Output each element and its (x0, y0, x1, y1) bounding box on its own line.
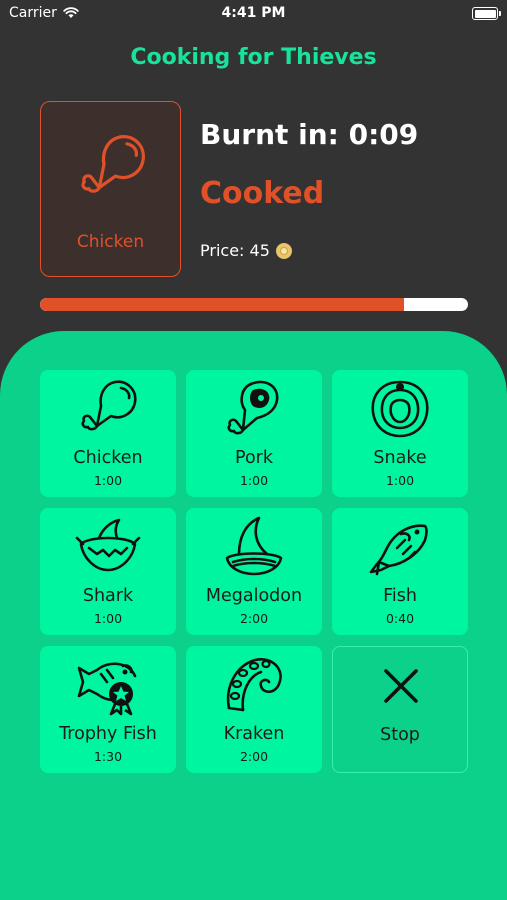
megalodon-fin-icon (225, 516, 283, 576)
food-name: Pork (235, 448, 273, 468)
kraken-tentacle-icon (226, 658, 282, 712)
food-name: Snake (373, 448, 427, 468)
pork-icon (227, 380, 279, 435)
cook-state: Cooked (200, 176, 325, 211)
food-tile-pork[interactable]: Pork 1:00 (186, 370, 322, 497)
food-tile-trophy-fish[interactable]: Trophy Fish 1:30 (40, 646, 176, 773)
snake-icon (371, 380, 429, 438)
food-tile-shark[interactable]: Shark 1:00 (40, 508, 176, 635)
chicken-leg-icon (81, 135, 145, 193)
burn-timer: Burnt in: 0:09 (200, 118, 419, 151)
coin-icon (275, 242, 292, 259)
food-name: Shark (82, 586, 134, 606)
shark-icon (75, 518, 141, 572)
battery-icon (472, 7, 501, 20)
cook-progress-fill (40, 298, 404, 311)
food-tile-snake[interactable]: Snake 1:00 (332, 370, 468, 497)
fish-icon (369, 524, 428, 576)
price-label: Price: 45 (200, 241, 270, 260)
chicken-leg-icon (81, 380, 137, 431)
app-title: Cooking for Thieves (130, 45, 377, 70)
food-tile-fish[interactable]: Fish 0:40 (332, 508, 468, 635)
cook-progress-bar (40, 298, 468, 311)
food-name: Chicken (73, 448, 143, 468)
food-time: 1:00 (93, 611, 123, 626)
food-name: Fish (383, 586, 417, 606)
food-name: Megalodon (205, 586, 303, 606)
stop-button[interactable]: Stop (332, 646, 468, 773)
food-time: 2:00 (239, 749, 269, 764)
food-tile-megalodon[interactable]: Megalodon 2:00 (186, 508, 322, 635)
food-time: 1:30 (93, 749, 123, 764)
current-item-card: Chicken (40, 101, 181, 277)
status-time: 4:41 PM (221, 5, 286, 21)
stop-label: Stop (380, 725, 420, 745)
food-time: 1:00 (385, 473, 415, 488)
food-name: Trophy Fish (59, 724, 157, 744)
price: Price: 45 (200, 241, 292, 260)
food-time: 2:00 (239, 611, 269, 626)
trophy-fish-icon (77, 662, 137, 716)
close-x-icon (384, 669, 418, 703)
food-name: Kraken (223, 724, 285, 744)
food-time: 1:00 (93, 473, 123, 488)
food-tile-chicken[interactable]: Chicken 1:00 (40, 370, 176, 497)
current-item-label: Chicken (76, 232, 145, 252)
food-time: 0:40 (385, 611, 415, 626)
status-bar: Carrier 4:41 PM (0, 0, 507, 28)
food-time: 1:00 (239, 473, 269, 488)
food-tile-kraken[interactable]: Kraken 2:00 (186, 646, 322, 773)
